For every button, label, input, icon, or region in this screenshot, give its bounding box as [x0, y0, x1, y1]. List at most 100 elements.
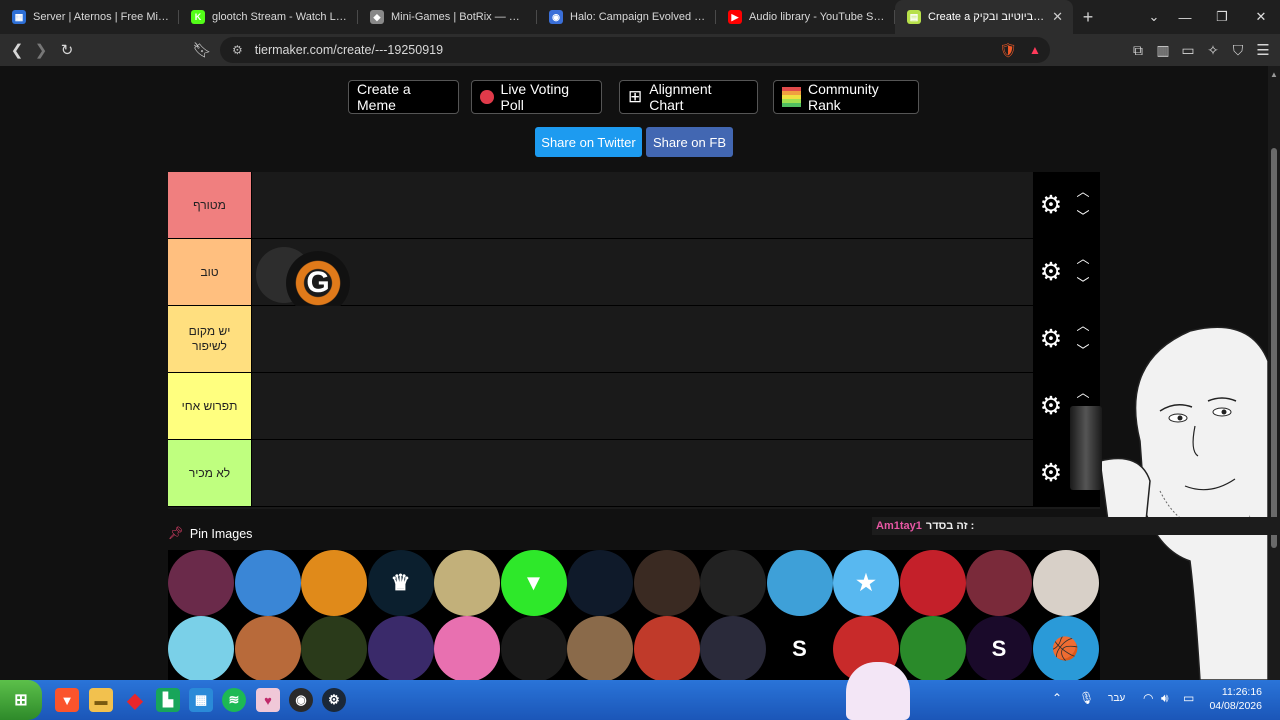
close-window-button[interactable]: ✕: [1242, 0, 1280, 34]
pool-image[interactable]: [899, 616, 966, 680]
wifi-icon[interactable]: ◠: [1143, 691, 1153, 705]
back-icon[interactable]: ❮: [4, 37, 30, 63]
pool-image[interactable]: [966, 550, 1032, 616]
language-indicator[interactable]: עבר: [1108, 693, 1125, 704]
pool-image[interactable]: ♛: [367, 550, 434, 616]
tier-dropzone[interactable]: [251, 373, 1100, 439]
address-bar[interactable]: ⚙︎ tiermaker.com/create/---19250919: [220, 37, 1050, 63]
obs-icon[interactable]: ◉: [289, 688, 313, 712]
pool-image[interactable]: [899, 550, 966, 616]
new-tab-button[interactable]: +: [1073, 0, 1103, 34]
browser-tab[interactable]: ◆ Mini-Games | BotRix — Cloud: [358, 0, 537, 34]
steam-icon[interactable]: ⚙: [322, 688, 346, 712]
tier-settings-gear-icon[interactable]: ⚙: [1038, 192, 1064, 218]
store-icon[interactable]: ▦: [189, 688, 213, 712]
brave-shield-icon[interactable]: 🛡︎: [995, 37, 1021, 63]
pool-image[interactable]: ▼: [500, 550, 567, 616]
pool-image[interactable]: [700, 616, 766, 680]
pool-image[interactable]: [633, 616, 700, 680]
brave-rewards-icon[interactable]: ▲: [1022, 37, 1048, 63]
battery-icon[interactable]: ▭: [1183, 691, 1194, 705]
page-scrollbar[interactable]: ▲: [1268, 66, 1280, 680]
forward-icon[interactable]: ❯: [28, 37, 54, 63]
minimize-button[interactable]: —: [1166, 0, 1204, 34]
microphone-icon[interactable]: 🎙︎: [1079, 691, 1094, 705]
browser-tab[interactable]: ▦ Server | Aternos | Free Minecraft: [0, 0, 179, 34]
pool-image[interactable]: S: [966, 616, 1032, 680]
tray-expand-icon[interactable]: ⌃: [1052, 691, 1062, 705]
pool-image[interactable]: [633, 550, 700, 616]
tier-label[interactable]: לא מכיר: [168, 440, 251, 506]
tier-label[interactable]: תפרוש אחי: [168, 373, 251, 439]
alignment-chart-button[interactable]: ⊞ Alignment Chart: [619, 80, 758, 114]
sidebar-icon[interactable]: ▥: [1150, 37, 1176, 63]
site-info-icon[interactable]: ⚙︎: [232, 43, 243, 57]
pool-image[interactable]: [567, 616, 633, 680]
pool-image[interactable]: [301, 616, 367, 680]
leo-ai-icon[interactable]: ✧: [1200, 37, 1226, 63]
tier-label[interactable]: יש מקום לשיפור: [168, 306, 251, 372]
pool-image[interactable]: [234, 616, 301, 680]
tier-label[interactable]: טוב: [168, 239, 251, 305]
pool-image[interactable]: [234, 550, 301, 616]
share-fb-button[interactable]: Share on FB: [646, 127, 733, 157]
pool-image[interactable]: [434, 616, 500, 680]
pool-image[interactable]: S: [766, 616, 833, 680]
reload-icon[interactable]: ↻: [54, 37, 80, 63]
wallet-icon[interactable]: ▭: [1175, 37, 1201, 63]
brave-taskbar-icon[interactable]: ▼: [55, 688, 79, 712]
close-tab-icon[interactable]: ✕: [1052, 9, 1063, 25]
move-tier-up-icon[interactable]: ︿: [1073, 385, 1093, 401]
tier-dropzone[interactable]: [251, 172, 1100, 238]
browser-tab[interactable]: Kglootch Stream - Watch Live on: [179, 0, 358, 34]
pool-image[interactable]: 🏀: [1032, 616, 1099, 680]
system-clock[interactable]: 11:26:16 04/08/2026: [1209, 685, 1262, 713]
move-tier-up-icon[interactable]: ︿: [1073, 318, 1093, 334]
move-tier-down-icon[interactable]: ﹀: [1073, 343, 1093, 359]
tier-dropzone[interactable]: [251, 440, 1100, 506]
pool-image[interactable]: [766, 550, 833, 616]
tier-settings-gear-icon[interactable]: ⚙: [1038, 259, 1064, 285]
tier-settings-gear-icon[interactable]: ⚙: [1038, 460, 1064, 486]
pin-images-toggle[interactable]: 📌︎ Pin Images: [168, 526, 252, 541]
scrollbar-thumb[interactable]: [1271, 148, 1277, 548]
pool-image[interactable]: [434, 550, 500, 616]
pool-image[interactable]: [301, 550, 367, 616]
photos-icon[interactable]: ♥: [256, 688, 280, 712]
spotify-icon[interactable]: ≋: [222, 688, 246, 712]
app-green-icon[interactable]: ▙: [156, 688, 180, 712]
tier-settings-gear-icon[interactable]: ⚙: [1038, 393, 1064, 419]
community-rank-button[interactable]: Community Rank: [773, 80, 919, 114]
tier-label[interactable]: מטורף: [168, 172, 251, 238]
create-meme-button[interactable]: Create a Meme: [348, 80, 459, 114]
vpn-icon[interactable]: ⛉: [1225, 37, 1251, 63]
move-tier-up-icon[interactable]: ︿: [1073, 251, 1093, 267]
pool-image[interactable]: [168, 550, 234, 616]
volume-icon[interactable]: 🔊︎: [1161, 691, 1169, 706]
pool-image[interactable]: [168, 616, 234, 680]
browser-tab[interactable]: ◉ Halo: Campaign Evolved - 100: [537, 0, 716, 34]
pool-image[interactable]: [1032, 550, 1099, 616]
tier-settings-gear-icon[interactable]: ⚙: [1038, 326, 1064, 352]
move-tier-down-icon[interactable]: ﹀: [1073, 276, 1093, 292]
extensions-icon[interactable]: ⧉: [1125, 37, 1151, 63]
move-tier-down-icon[interactable]: ﹀: [1073, 209, 1093, 225]
pool-image[interactable]: [500, 616, 567, 680]
anydesk-icon[interactable]: ◆: [123, 688, 147, 712]
start-button[interactable]: ⊞: [0, 680, 42, 720]
file-explorer-icon[interactable]: ▬: [89, 688, 113, 712]
tier-dropzone[interactable]: [251, 306, 1100, 372]
pool-image[interactable]: ★: [833, 550, 899, 616]
browser-tab[interactable]: ▶ Audio library - YouTube Studio: [716, 0, 895, 34]
browser-tab[interactable]: ▤ Create a ורים ביוטיוב ובקיק ✕: [895, 0, 1073, 34]
tier-dropzone[interactable]: G: [251, 239, 1100, 315]
share-twitter-button[interactable]: Share on Twitter: [535, 127, 642, 157]
pool-image[interactable]: [367, 616, 434, 680]
maximize-button[interactable]: ❐: [1203, 0, 1241, 34]
pool-image[interactable]: [567, 550, 633, 616]
bookmark-icon[interactable]: 🔖︎: [189, 37, 215, 63]
menu-icon[interactable]: ☰: [1250, 37, 1276, 63]
live-voting-poll-button[interactable]: Live Voting Poll: [471, 80, 602, 114]
pool-image[interactable]: [700, 550, 766, 616]
move-tier-up-icon[interactable]: ︿: [1073, 184, 1093, 200]
